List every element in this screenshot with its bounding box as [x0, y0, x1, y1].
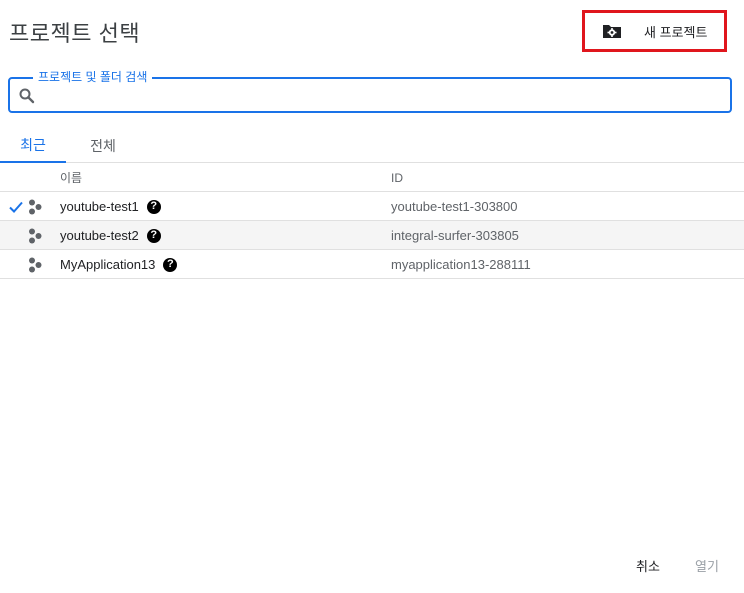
check-icon: [9, 192, 25, 221]
open-button[interactable]: 열기: [695, 556, 719, 575]
cancel-button[interactable]: 취소: [636, 556, 660, 575]
folder-gear-icon: [602, 23, 622, 39]
project-table: 이름 ID youtube-test1 ? youtube-test1-3038…: [0, 163, 744, 279]
help-circle-icon[interactable]: ?: [146, 228, 161, 243]
project-name: MyApplication13: [60, 257, 156, 272]
project-nodes-icon: [28, 250, 44, 279]
tab-bar: 최근 전체: [0, 128, 744, 163]
column-header-id[interactable]: ID: [391, 163, 403, 192]
search-label: 프로젝트 및 폴더 검색: [33, 70, 153, 84]
tab-recent[interactable]: 최근: [0, 128, 66, 163]
new-project-button[interactable]: 새 프로젝트: [582, 10, 727, 52]
project-name-cell: youtube-test1 ?: [60, 192, 161, 221]
search-field[interactable]: 프로젝트 및 폴더 검색: [8, 70, 732, 113]
column-header-name[interactable]: 이름: [60, 163, 82, 192]
project-name-cell: youtube-test2 ?: [60, 221, 161, 250]
project-nodes-icon: [28, 192, 44, 221]
dialog-title: 프로젝트 선택: [9, 21, 141, 46]
project-id: myapplication13-288111: [391, 257, 531, 272]
project-nodes-icon: [28, 221, 44, 250]
project-id: youtube-test1-303800: [391, 199, 518, 214]
tab-all[interactable]: 전체: [76, 128, 130, 163]
table-row[interactable]: youtube-test1 ? youtube-test1-303800: [0, 192, 744, 221]
project-id: integral-surfer-303805: [391, 228, 519, 243]
new-project-label: 새 프로젝트: [644, 24, 708, 40]
search-input[interactable]: [44, 83, 714, 107]
help-circle-icon[interactable]: ?: [163, 257, 178, 272]
project-name-cell: MyApplication13 ?: [60, 250, 178, 279]
project-name: youtube-test1: [60, 199, 139, 214]
help-circle-icon[interactable]: ?: [146, 199, 161, 214]
table-row[interactable]: MyApplication13 ? myapplication13-288111: [0, 250, 744, 279]
table-row[interactable]: youtube-test2 ? integral-surfer-303805: [0, 221, 744, 250]
table-header: 이름 ID: [0, 163, 744, 192]
project-name: youtube-test2: [60, 228, 139, 243]
search-icon: [18, 87, 36, 110]
